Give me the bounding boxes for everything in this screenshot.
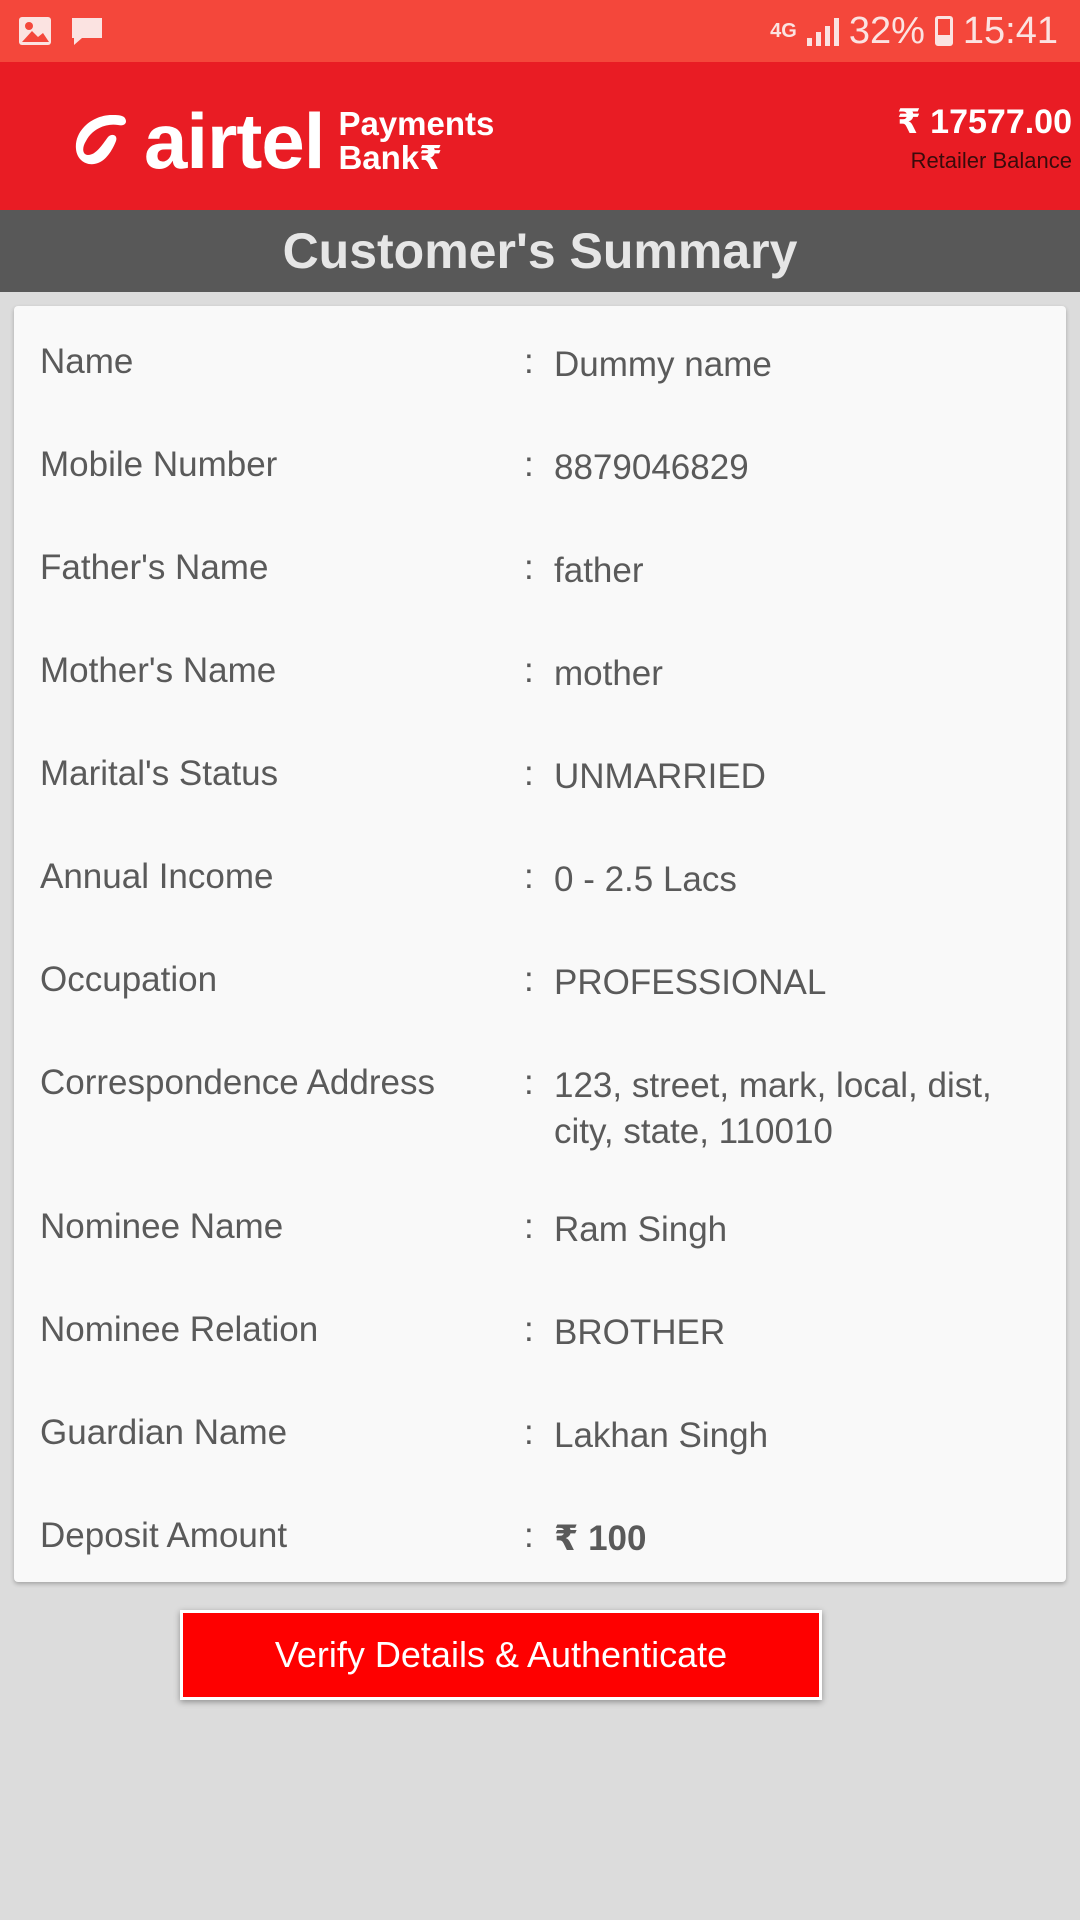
row-separator: :	[524, 445, 534, 484]
row-value: Ram Singh	[554, 1210, 728, 1249]
row-value: PROFESSIONAL	[554, 963, 827, 1002]
battery-icon	[934, 16, 953, 46]
brand-subtitle: Payments Bank₹	[338, 107, 494, 175]
airtel-payments-bank-logo: airtel Payments Bank₹	[72, 102, 494, 180]
summary-card: Name : Dummy name Mobile Number : 887904…	[14, 306, 1066, 1582]
clock: 15:41	[962, 9, 1058, 52]
status-right: 4G 32% 15:41	[770, 10, 1080, 53]
row-separator: :	[524, 1516, 534, 1555]
battery-percentage: 32%	[848, 9, 925, 52]
balance-amount: ₹ 17577.00	[897, 103, 1072, 141]
row-separator: :	[524, 548, 534, 587]
row-value: BROTHER	[554, 1313, 726, 1352]
row-separator: :	[524, 1063, 534, 1102]
row-separator: :	[524, 857, 534, 896]
row-separator: :	[524, 1310, 534, 1349]
row-separator: :	[524, 754, 534, 793]
gallery-icon	[19, 17, 51, 45]
row-separator: :	[524, 1207, 534, 1246]
row-value: ₹ 100	[554, 1519, 647, 1558]
retailer-balance: ₹ 17577.00 Retailer Balance	[897, 102, 1072, 174]
row-separator: :	[524, 651, 534, 690]
row-separator: :	[524, 960, 534, 999]
verify-authenticate-button[interactable]: Verify Details & Authenticate	[180, 1610, 822, 1700]
status-left	[0, 16, 104, 46]
row-separator: :	[524, 1413, 534, 1452]
page-title: Customer's Summary	[282, 223, 798, 279]
row-label: Marital's Status	[40, 754, 279, 793]
brand-subtitle-line1: Payments	[338, 105, 495, 142]
signal-icon	[806, 16, 839, 46]
app-header: airtel Payments Bank₹ ₹ 17577.00 Retaile…	[0, 62, 1080, 210]
row-label: Correspondence Address	[40, 1063, 435, 1102]
row-label: Occupation	[40, 960, 218, 999]
row-label: Nominee Name	[40, 1207, 284, 1246]
brand-name: airtel	[144, 97, 325, 185]
row-value: 123, street, mark, local, dist, city, st…	[554, 1066, 992, 1151]
row-label: Deposit Amount	[40, 1516, 288, 1555]
network-type: 4G	[770, 20, 797, 42]
balance-label: Retailer Balance	[910, 148, 1072, 173]
row-label: Guardian Name	[40, 1413, 288, 1452]
message-icon	[72, 18, 102, 45]
row-value: Dummy name	[554, 345, 772, 384]
row-value: Lakhan Singh	[554, 1416, 769, 1455]
row-label: Mobile Number	[40, 445, 278, 484]
row-value: father	[554, 551, 644, 590]
row-value: mother	[554, 654, 663, 693]
row-value: UNMARRIED	[554, 757, 766, 796]
row-value: 0 - 2.5 Lacs	[554, 860, 737, 899]
page-title-bar: Customer's Summary	[0, 210, 1080, 292]
row-label: Annual Income	[40, 857, 274, 896]
row-label: Name	[40, 342, 134, 381]
row-label: Mother's Name	[40, 651, 277, 690]
row-label: Nominee Relation	[40, 1310, 319, 1349]
row-separator: :	[524, 342, 534, 381]
row-label: Father's Name	[40, 548, 269, 587]
brand-subtitle-line2: Bank₹	[338, 139, 443, 176]
status-bar: 4G 32% 15:41	[0, 0, 1080, 62]
airtel-swoosh-icon	[75, 115, 126, 165]
row-value: 8879046829	[554, 448, 749, 487]
